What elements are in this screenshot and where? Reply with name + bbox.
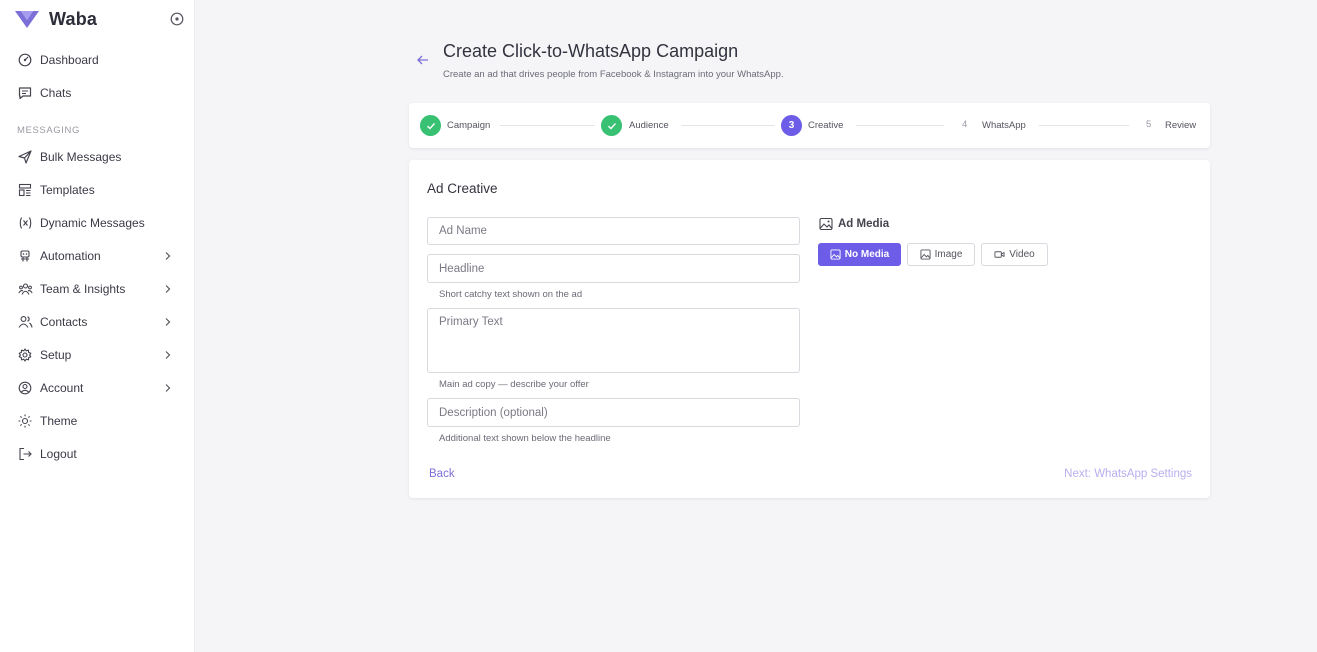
sidebar-item-label: Dashboard	[40, 53, 99, 67]
user-circle-icon	[17, 380, 33, 396]
step-label-campaign[interactable]: Campaign	[447, 120, 490, 131]
sidebar-item-dynamic-messages[interactable]: Dynamic Messages	[17, 212, 179, 234]
back-arrow-icon[interactable]	[416, 53, 430, 67]
card-title: Ad Creative	[427, 181, 498, 196]
robot-icon	[17, 248, 33, 264]
description-hint: Additional text shown below the headline	[439, 433, 611, 444]
headline-input[interactable]	[427, 254, 800, 283]
ad-media-label: Ad Media	[838, 218, 890, 230]
chevron-right-icon	[165, 252, 171, 260]
ad-creative-card: Ad Creative Short catchy text shown on t…	[409, 160, 1210, 498]
sidebar-item-label: Account	[40, 381, 84, 395]
video-icon	[994, 251, 1005, 258]
ad-name-input[interactable]	[427, 217, 800, 245]
templates-icon	[17, 182, 33, 198]
media-option-image[interactable]: Image	[907, 243, 975, 266]
sidebar-item-automation[interactable]: Automation	[17, 245, 179, 267]
brand-name: Waba	[49, 8, 98, 29]
sidebar-item-dashboard[interactable]: Dashboard	[17, 49, 179, 71]
sidebar-item-label: Dynamic Messages	[40, 216, 145, 230]
sidebar-item-label: Logout	[40, 447, 77, 461]
sidebar-item-team-insights[interactable]: Team & Insights	[17, 278, 179, 300]
primary-text-hint: Main ad copy — describe your offer	[439, 379, 589, 390]
image-icon	[920, 249, 931, 260]
no-media-icon	[830, 249, 841, 260]
back-button[interactable]: Back	[429, 468, 455, 480]
ad-media-heading: Ad Media	[819, 217, 889, 231]
logout-icon	[17, 446, 33, 462]
media-option-no-media[interactable]: No Media	[818, 243, 901, 266]
sidebar-item-label: Templates	[40, 183, 95, 197]
step-2-check-icon[interactable]	[601, 115, 622, 136]
sidebar-item-bulk-messages[interactable]: Bulk Messages	[17, 146, 179, 168]
primary-text-textarea[interactable]	[427, 308, 800, 373]
step-connector	[1039, 125, 1129, 126]
media-option-label: Video	[1009, 249, 1035, 260]
chevron-right-icon	[165, 285, 171, 293]
next-whatsapp-settings-button[interactable]: Next: WhatsApp Settings	[1064, 468, 1192, 480]
sidebar-item-templates[interactable]: Templates	[17, 179, 179, 201]
campaign-stepper: Campaign Audience 3 Creative 4 WhatsApp …	[409, 103, 1210, 148]
description-input[interactable]	[427, 398, 800, 427]
sidebar: Waba Dashboard Chats MESSAGING Bulk Mess…	[0, 0, 195, 652]
gear-icon	[17, 347, 33, 363]
collapse-sidebar-icon[interactable]	[170, 12, 184, 26]
step-5-number[interactable]: 5	[1146, 119, 1151, 130]
sidebar-item-logout[interactable]: Logout	[17, 443, 179, 465]
sidebar-item-chats[interactable]: Chats	[17, 82, 179, 104]
chevron-right-icon	[165, 318, 171, 326]
image-icon	[819, 217, 833, 231]
team-icon	[17, 281, 33, 297]
headline-hint: Short catchy text shown on the ad	[439, 289, 583, 300]
media-option-video[interactable]: Video	[981, 243, 1048, 266]
sidebar-item-theme[interactable]: Theme	[17, 410, 179, 432]
section-label-messaging: MESSAGING	[17, 125, 80, 136]
sidebar-item-label: Theme	[40, 414, 78, 428]
sidebar-item-label: Chats	[40, 86, 72, 100]
contacts-icon	[17, 314, 33, 330]
brand[interactable]: Waba	[14, 8, 97, 30]
page-title: Create Click-to-WhatsApp Campaign	[443, 41, 739, 61]
step-4-number[interactable]: 4	[962, 119, 967, 130]
step-connector	[856, 125, 944, 126]
chevron-right-icon	[165, 384, 171, 392]
dashboard-icon	[17, 52, 33, 68]
sidebar-item-setup[interactable]: Setup	[17, 344, 179, 366]
sidebar-item-label: Setup	[40, 348, 72, 362]
sun-icon	[17, 413, 33, 429]
step-label-review[interactable]: Review	[1165, 120, 1196, 131]
waba-logo-icon	[15, 11, 39, 28]
media-option-label: No Media	[844, 249, 890, 260]
media-option-label: Image	[934, 249, 963, 260]
chat-icon	[17, 85, 33, 101]
page-subtitle: Create an ad that drives people from Fac…	[443, 69, 784, 80]
sidebar-item-contacts[interactable]: Contacts	[17, 311, 179, 333]
step-1-check-icon[interactable]	[420, 115, 441, 136]
sidebar-item-label: Automation	[40, 249, 101, 263]
sidebar-item-label: Contacts	[40, 315, 88, 329]
sidebar-item-label: Bulk Messages	[40, 150, 122, 164]
sidebar-item-account[interactable]: Account	[17, 377, 179, 399]
step-connector	[681, 125, 775, 126]
step-label-audience[interactable]: Audience	[629, 120, 669, 131]
step-label-creative[interactable]: Creative	[808, 120, 843, 131]
variable-icon	[17, 215, 33, 231]
step-connector	[500, 125, 595, 126]
send-icon	[17, 149, 33, 165]
step-3-number[interactable]: 3	[781, 115, 802, 136]
sidebar-item-label: Team & Insights	[40, 282, 126, 296]
step-label-whatsapp[interactable]: WhatsApp	[982, 120, 1026, 131]
chevron-right-icon	[165, 351, 171, 359]
